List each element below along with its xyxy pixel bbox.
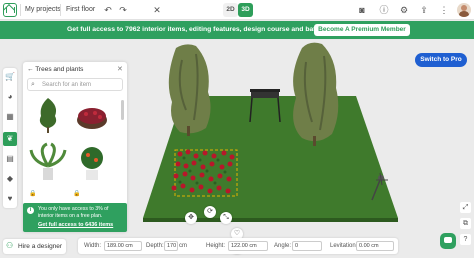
become-premium-button[interactable]: Become A Premium Member	[314, 24, 410, 36]
floor-selector[interactable]: First floor	[66, 6, 95, 13]
cart-icon[interactable]: 🛒	[3, 70, 17, 84]
width-field[interactable]: 189.00 cm	[104, 241, 142, 251]
info-icon: i	[27, 207, 34, 214]
levitation-label: Levitation:	[330, 243, 358, 249]
panel-scrollbar[interactable]	[121, 100, 124, 120]
hire-designer-label: Hire a designer	[18, 243, 63, 250]
upsell-link[interactable]: Get full access to 6436 items	[38, 222, 113, 228]
gear-icon[interactable]: ⚙	[398, 4, 410, 16]
view-3d-toggle[interactable]: 3D	[238, 3, 253, 17]
premium-banner: Get full access to 7962 interior items, …	[0, 21, 474, 39]
close-icon[interactable]: ✕	[151, 4, 163, 16]
depth-unit: cm	[179, 243, 187, 249]
lock-icon: 🔒	[29, 191, 37, 197]
paint-icon[interactable]: ◕	[3, 90, 17, 104]
upsell-text: You only have access to 3% of interior i…	[38, 206, 109, 219]
dimensions-bar: Width: 189.00 cm Depth: 170 cm Height: 1…	[78, 238, 398, 254]
divider	[60, 4, 61, 16]
designer-icon: ⚇	[6, 241, 14, 250]
panel-title[interactable]: ← Trees and plants	[27, 66, 83, 73]
hire-designer-button[interactable]: ⚇ Hire a designer	[3, 239, 66, 254]
appliance-icon[interactable]: ▤	[3, 152, 17, 166]
banner-text: Get full access to 7962 interior items, …	[67, 26, 328, 33]
width-label: Width:	[84, 243, 102, 249]
lock-icon: 🔒	[73, 191, 81, 197]
move-control-icon[interactable]: ✥	[185, 212, 197, 224]
left-tree	[168, 44, 211, 136]
search-input[interactable]: ⌕ Search for an item	[27, 78, 123, 91]
search-placeholder: Search for an item	[42, 82, 92, 88]
info-icon[interactable]: ⓘ	[378, 4, 390, 16]
upsell-box: i You only have access to 3% of interior…	[23, 203, 127, 232]
catalog-item[interactable]	[27, 142, 69, 184]
view-2d-toggle[interactable]: 2D	[223, 3, 238, 17]
right-tree	[293, 42, 339, 146]
share-icon[interactable]: ⇪	[418, 4, 430, 16]
left-toolbar: 🛒 ◕ ▦ ❦ ▤ ◆ ♥	[3, 68, 17, 208]
depth-label: Depth:	[146, 243, 164, 249]
rotate-control-icon[interactable]: ⟳	[204, 206, 216, 218]
height-field[interactable]: 122.00 cm	[228, 241, 268, 251]
category-title: Trees and plants	[35, 66, 84, 73]
levitation-field[interactable]: 0.00 cm	[356, 241, 394, 251]
favorites-icon[interactable]: ♥	[3, 192, 17, 206]
plants-icon[interactable]: ❦	[3, 132, 17, 146]
catalog-item[interactable]	[71, 142, 113, 184]
top-bar: My projects First floor ↶ ↷ ✕ 2D 3D ◙ ⓘ …	[0, 0, 474, 20]
switch-to-pro-button[interactable]: Switch to Pro	[415, 53, 467, 67]
furniture-icon[interactable]: ▦	[3, 110, 17, 124]
height-label: Height:	[206, 243, 226, 249]
link-icon[interactable]: ⧉	[460, 218, 471, 229]
undo-icon[interactable]: ↶	[102, 4, 114, 16]
my-projects-link[interactable]: My projects	[25, 6, 61, 13]
fullscreen-icon[interactable]: ⤢	[460, 202, 471, 213]
close-icon[interactable]: ✕	[117, 65, 123, 73]
chat-button[interactable]	[440, 233, 456, 249]
dots-icon[interactable]: ⋮	[438, 4, 450, 16]
catalog-item[interactable]	[71, 94, 113, 136]
angle-field[interactable]: 0	[292, 241, 322, 251]
depth-field[interactable]: 170	[164, 241, 178, 251]
angle-label: Angle:	[274, 243, 292, 249]
app-logo-icon[interactable]	[3, 3, 17, 17]
decor-icon[interactable]: ◆	[3, 172, 17, 186]
avatar[interactable]	[457, 3, 471, 17]
catalog-item[interactable]	[27, 94, 69, 136]
help-icon[interactable]: ?	[460, 234, 471, 245]
divider	[20, 4, 21, 16]
redo-icon[interactable]: ↷	[117, 4, 129, 16]
camera-icon[interactable]: ◙	[356, 4, 368, 16]
resize-control-icon[interactable]: ⤡	[220, 212, 232, 224]
search-icon: ⌕	[31, 81, 35, 88]
